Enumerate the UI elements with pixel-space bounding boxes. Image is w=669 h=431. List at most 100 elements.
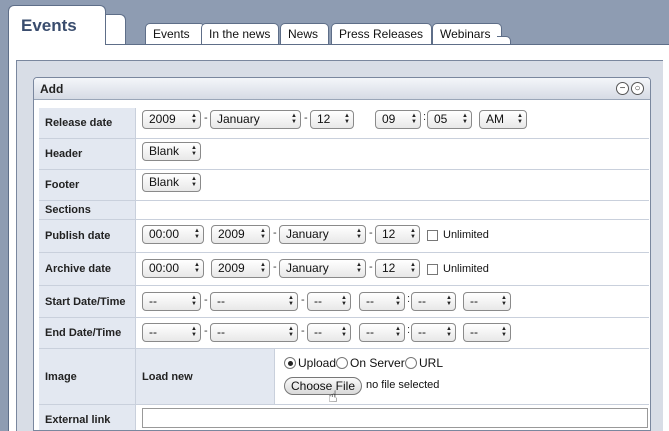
publish-unlimited-label: Unlimited — [443, 229, 489, 241]
sections-label: Sections — [39, 201, 136, 219]
tab-press-releases[interactable]: Press Releases — [331, 23, 432, 44]
separator: : — [407, 293, 411, 305]
separator: - — [273, 261, 277, 273]
updown-arrows-icon: ▲ ▼ — [356, 262, 362, 274]
updown-arrows-icon: ▲ ▼ — [410, 228, 416, 240]
updown-arrows-icon: ▲ ▼ — [356, 228, 362, 240]
updown-arrows-icon: ▲ ▼ — [191, 145, 197, 157]
release-minute-select[interactable]: 05 ▲ ▼ — [427, 110, 472, 129]
header-label: Header — [39, 139, 136, 169]
row-sections: Sections — [39, 201, 649, 220]
archive-month-select[interactable]: January ▲ ▼ — [279, 259, 366, 278]
separator: - — [204, 325, 208, 337]
separator: - — [273, 227, 277, 239]
publish-unlimited-checkbox[interactable] — [427, 230, 438, 241]
start-hour-select[interactable]: -- ▲ ▼ — [359, 292, 405, 311]
archive-unlimited-checkbox[interactable] — [427, 264, 438, 275]
end-minute-select[interactable]: -- ▲ ▼ — [411, 323, 456, 342]
end-ampm-select[interactable]: -- ▲ ▼ — [463, 323, 511, 342]
separator: - — [204, 294, 208, 306]
minimize-icon[interactable]: − — [616, 82, 629, 95]
start-month-select[interactable]: -- ▲ ▼ — [210, 292, 298, 311]
archive-time-select[interactable]: 00:00 ▲ ▼ — [142, 259, 204, 278]
image-label: Image — [39, 349, 136, 404]
add-panel: Add − ○ Release date 2009 ▲ ▼ - January ▲ ▼ … — [33, 77, 651, 431]
main-tab-label: Events — [21, 16, 77, 35]
publish-time-select[interactable]: 00:00 ▲ ▼ — [142, 225, 204, 244]
upload-radio[interactable] — [284, 357, 296, 369]
footer-select[interactable]: Blank ▲ ▼ — [142, 173, 201, 192]
publish-year-select[interactable]: 2009 ▲ ▼ — [211, 225, 270, 244]
tab-events[interactable]: Events — [145, 23, 205, 44]
tab-webinars[interactable]: Webinars — [432, 23, 502, 44]
archive-day-select[interactable]: 12 ▲ ▼ — [375, 259, 420, 278]
tab-news[interactable]: News — [280, 23, 329, 44]
choose-file-button[interactable]: Choose File — [284, 377, 362, 395]
external-link-label: External link — [39, 405, 136, 430]
archive-date-label: Archive date — [39, 253, 136, 285]
release-month-select[interactable]: January ▲ ▼ — [210, 110, 301, 129]
updown-arrows-icon: ▲ ▼ — [260, 262, 266, 274]
updown-arrows-icon: ▲ ▼ — [194, 262, 200, 274]
release-hour-select[interactable]: 09 ▲ ▼ — [375, 110, 421, 129]
hand-pointer-icon: ☝ — [328, 389, 338, 406]
start-day-select[interactable]: -- ▲ ▼ — [307, 292, 351, 311]
updown-arrows-icon: ▲ ▼ — [410, 262, 416, 274]
updown-arrows-icon: ▲ ▼ — [191, 176, 197, 188]
end-day-select[interactable]: -- ▲ ▼ — [307, 323, 351, 342]
on-server-radio[interactable] — [336, 357, 348, 369]
tab-main-events[interactable]: Events — [8, 5, 106, 45]
separator: - — [304, 112, 308, 124]
panel-header: Add − ○ — [34, 78, 650, 100]
tab-in-the-news[interactable]: In the news — [201, 23, 279, 44]
footer-label: Footer — [39, 170, 136, 200]
load-new-label: Load new — [136, 349, 275, 404]
row-release-date: Release date 2009 ▲ ▼ - January ▲ ▼ - 12 ▲ ▼ 0… — [39, 108, 649, 139]
updown-arrows-icon: ▲ ▼ — [446, 326, 452, 338]
row-header: Header Blank ▲ ▼ — [39, 139, 649, 170]
upload-radio-label: Upload — [298, 356, 337, 370]
updown-arrows-icon: ▲ ▼ — [501, 295, 507, 307]
release-day-select[interactable]: 12 ▲ ▼ — [310, 110, 354, 129]
url-radio[interactable] — [405, 357, 417, 369]
row-start-datetime: Start Date/Time -- ▲ ▼ - -- ▲ ▼ - -- ▲ ▼ -- ▲ ▼ … — [39, 286, 649, 318]
separator: - — [369, 227, 373, 239]
close-icon[interactable]: ○ — [631, 82, 644, 95]
updown-arrows-icon: ▲ ▼ — [411, 113, 417, 125]
updown-arrows-icon: ▲ ▼ — [341, 295, 347, 307]
release-year-select[interactable]: 2009 ▲ ▼ — [142, 110, 201, 129]
updown-arrows-icon: ▲ ▼ — [395, 326, 401, 338]
updown-arrows-icon: ▲ ▼ — [395, 295, 401, 307]
updown-arrows-icon: ▲ ▼ — [260, 228, 266, 240]
updown-arrows-icon: ▲ ▼ — [191, 113, 197, 125]
start-year-select[interactable]: -- ▲ ▼ — [142, 292, 201, 311]
end-year-select[interactable]: -- ▲ ▼ — [142, 323, 201, 342]
updown-arrows-icon: ▲ ▼ — [446, 295, 452, 307]
updown-arrows-icon: ▲ ▼ — [344, 113, 350, 125]
archive-year-select[interactable]: 2009 ▲ ▼ — [211, 259, 270, 278]
end-hour-select[interactable]: -- ▲ ▼ — [359, 323, 405, 342]
updown-arrows-icon: ▲ ▼ — [191, 295, 197, 307]
no-file-text: no file selected — [366, 379, 440, 391]
updown-arrows-icon: ▲ ▼ — [288, 295, 294, 307]
url-radio-label: URL — [419, 356, 444, 370]
release-ampm-select[interactable]: AM ▲ ▼ — [479, 110, 527, 129]
publish-date-label: Publish date — [39, 220, 136, 252]
start-datetime-label: Start Date/Time — [39, 286, 136, 317]
end-month-select[interactable]: -- ▲ ▼ — [210, 323, 298, 342]
start-minute-select[interactable]: -- ▲ ▼ — [411, 292, 456, 311]
row-publish-date: Publish date 00:00 ▲ ▼ 2009 ▲ ▼ - January ▲ ▼ … — [39, 220, 649, 253]
end-datetime-label: End Date/Time — [39, 318, 136, 348]
updown-arrows-icon: ▲ ▼ — [194, 228, 200, 240]
row-image: Image Load new Upload On Server URL Choo… — [39, 349, 649, 406]
external-link-input[interactable] — [142, 408, 648, 428]
updown-arrows-icon: ▲ ▼ — [501, 326, 507, 338]
header-select[interactable]: Blank ▲ ▼ — [142, 142, 201, 161]
separator: : — [423, 111, 427, 123]
publish-month-select[interactable]: January ▲ ▼ — [279, 225, 366, 244]
tab-bar: Events Events In the news News Press Rel… — [0, 0, 669, 46]
updown-arrows-icon: ▲ ▼ — [517, 113, 523, 125]
on-server-radio-label: On Server — [350, 356, 405, 370]
publish-day-select[interactable]: 12 ▲ ▼ — [375, 225, 420, 244]
start-ampm-select[interactable]: -- ▲ ▼ — [463, 292, 511, 311]
